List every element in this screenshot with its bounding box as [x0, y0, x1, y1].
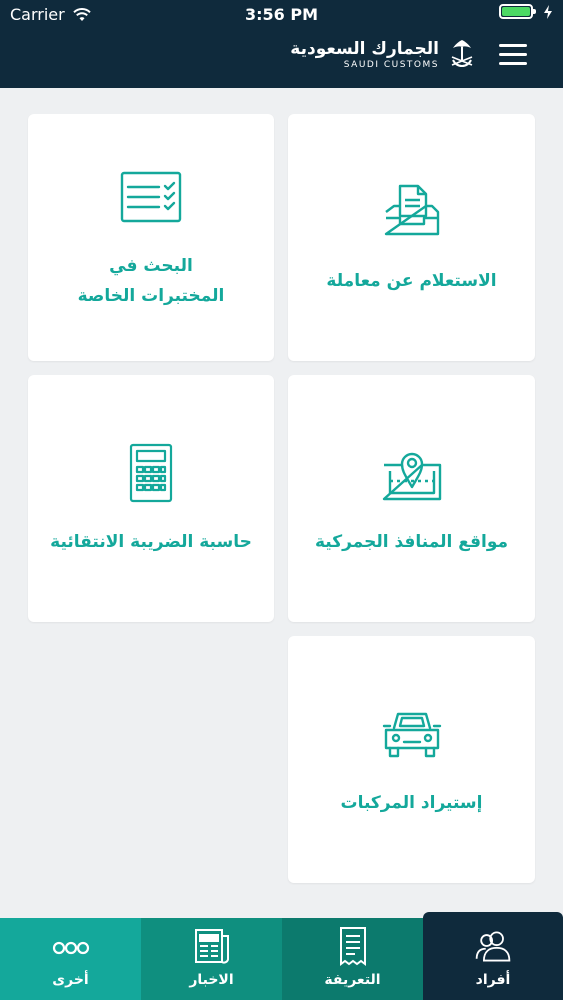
- charging-bolt-icon: [544, 4, 552, 19]
- card-vehicle-import[interactable]: إستيراد المركبات: [288, 636, 535, 883]
- card-label: البحث في المختبرات الخاصة: [77, 255, 225, 306]
- card-label: حاسبة الضريبة الانتقائية: [50, 531, 252, 552]
- card-transaction-inquiry[interactable]: الاستعلام عن معاملة: [288, 114, 535, 361]
- checklist-icon: [120, 171, 182, 222]
- newspaper-icon: [194, 929, 229, 964]
- tab-label: أخرى: [52, 972, 89, 988]
- logo-text-arabic: الجمارك السعودية: [290, 39, 439, 59]
- tab-label: الاخبار: [189, 972, 234, 988]
- tab-news[interactable]: الاخبار: [141, 918, 282, 1000]
- tab-individuals[interactable]: أفراد: [423, 912, 563, 1000]
- battery-level: [502, 7, 530, 16]
- tab-other[interactable]: أخرى: [0, 918, 141, 1000]
- users-icon: [475, 931, 511, 962]
- card-label: مواقع المنافذ الجمركية: [314, 531, 509, 552]
- tab-label: أفراد: [475, 972, 511, 988]
- more-dots-icon: [52, 941, 89, 955]
- document-inbox-icon: [384, 184, 439, 235]
- battery-icon: [499, 4, 536, 19]
- car-icon: [382, 712, 441, 757]
- hamburger-menu-button[interactable]: [499, 44, 527, 66]
- palm-emblem-icon: [451, 40, 473, 67]
- map-pin-icon: [382, 452, 441, 500]
- card-private-labs-search[interactable]: البحث في المختبرات الخاصة: [28, 114, 274, 361]
- status-bar: Carrier 3:56 PM: [0, 0, 563, 30]
- card-customs-ports-locations[interactable]: مواقع المنافذ الجمركية: [288, 375, 535, 622]
- tab-tariff[interactable]: التعريفة: [282, 918, 423, 1000]
- card-excise-tax-calculator[interactable]: حاسبة الضريبة الانتقائية: [28, 375, 274, 622]
- tab-label: التعريفة: [324, 972, 381, 988]
- calculator-icon: [129, 443, 173, 502]
- logo-text-english: SAUDI CUSTOMS: [343, 60, 439, 70]
- receipt-icon: [339, 927, 366, 966]
- card-label: إستيراد المركبات: [340, 792, 483, 813]
- bottom-tab-bar: أخرى الاخبار التعريفة أفراد: [0, 912, 563, 1000]
- status-time: 3:56 PM: [244, 5, 318, 24]
- app-header: Carrier 3:56 PM الجمارك السعودية SAUDI C…: [0, 0, 563, 88]
- card-label: الاستعلام عن معاملة: [326, 270, 497, 291]
- saudi-customs-logo: الجمارك السعودية SAUDI CUSTOMS: [290, 38, 475, 72]
